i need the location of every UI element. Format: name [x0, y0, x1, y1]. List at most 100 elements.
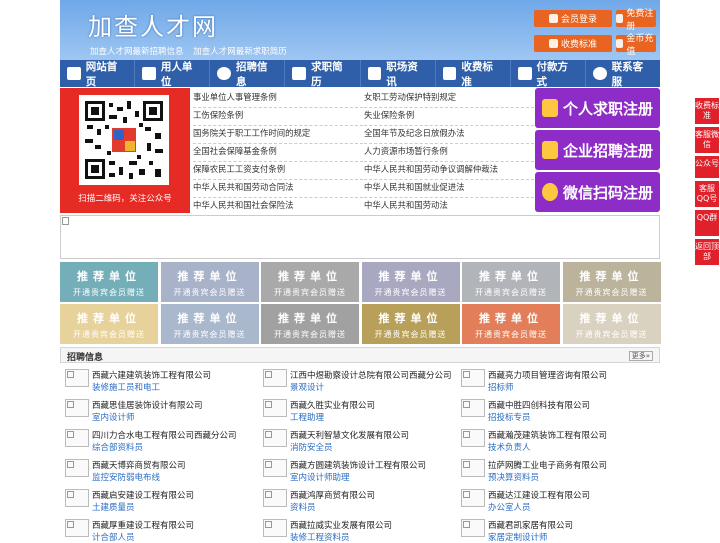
subtitle-jobs[interactable]: 加查人才网最新招聘信息	[90, 47, 184, 57]
site-logo[interactable]: 加查人才网	[88, 7, 218, 42]
login-button[interactable]: 会员登录	[534, 10, 612, 27]
job-position[interactable]: 工程助理	[290, 411, 324, 423]
company-logo[interactable]	[263, 489, 287, 507]
company-name[interactable]: 西藏拉威实业发展有限公司	[290, 519, 392, 531]
company-logo[interactable]	[65, 429, 89, 447]
recommended-company-tile[interactable]: 推荐单位 开通贵宾会员赠送	[261, 262, 359, 302]
sidebar-qq-group[interactable]: QQ群	[695, 210, 719, 236]
company-name[interactable]: 西藏君凯家居有限公司	[488, 519, 573, 531]
company-name[interactable]: 西藏瀚茂建筑装饰工程有限公司	[488, 429, 607, 441]
company-logo[interactable]	[461, 429, 485, 447]
company-logo[interactable]	[263, 459, 287, 477]
job-position[interactable]: 招标师	[488, 381, 514, 393]
job-position[interactable]: 办公室人员	[488, 501, 531, 513]
policy-link[interactable]: 中华人民共和国劳动合同法	[193, 180, 363, 198]
job-position[interactable]: 招投标专员	[488, 411, 531, 423]
subtitle-resumes[interactable]: 加查人才网最新求职简历	[193, 47, 287, 57]
recommended-company-tile[interactable]: 推荐单位 开通贵宾会员赠送	[562, 304, 661, 344]
banner-image[interactable]	[60, 215, 660, 259]
policy-link[interactable]: 工伤保险条例	[193, 108, 363, 126]
register-button[interactable]: 免费注册	[616, 9, 656, 32]
job-position[interactable]: 家居定制设计师	[488, 531, 548, 543]
company-name[interactable]: 西藏方圆建筑装饰设计工程有限公司	[290, 459, 426, 471]
company-logo[interactable]	[65, 459, 89, 477]
nav-pricing[interactable]: 收费标准	[436, 60, 511, 88]
policy-link[interactable]: 中华人民共和国劳动法	[364, 198, 534, 216]
company-logo[interactable]	[263, 429, 287, 447]
nav-news[interactable]: 职场资讯	[361, 60, 436, 88]
policy-link[interactable]: 全国社会保障基金条例	[193, 144, 363, 162]
recommended-company-tile[interactable]: 推荐单位 开通贵宾会员赠送	[60, 304, 158, 344]
recommended-company-tile[interactable]: 推荐单位 开通贵宾会员赠送	[160, 304, 259, 344]
company-logo[interactable]	[461, 399, 485, 417]
company-logo[interactable]	[263, 399, 287, 417]
sidebar-qq[interactable]: 客服QQ号	[695, 181, 719, 207]
company-register-button[interactable]: 企业招聘注册	[535, 130, 660, 170]
job-position[interactable]: 综合部资料员	[92, 441, 143, 453]
policy-link[interactable]: 中华人民共和国劳动争议调解仲裁法	[364, 162, 534, 180]
company-name[interactable]: 西藏鸿厚商贸有限公司	[290, 489, 375, 501]
policy-link[interactable]: 人力资源市场暂行条例	[364, 144, 534, 162]
company-logo[interactable]	[461, 519, 485, 537]
pricing-button[interactable]: 收费标准	[534, 35, 612, 52]
recommended-company-tile[interactable]: 推荐单位 开通贵宾会员赠送	[261, 304, 359, 344]
company-logo[interactable]	[65, 489, 89, 507]
company-name[interactable]: 西藏六建建筑装饰工程有限公司	[92, 369, 211, 381]
more-link[interactable]: 更多»	[628, 351, 653, 361]
nav-employers[interactable]: 用人单位	[135, 60, 211, 88]
company-name[interactable]: 西藏天博弈商贸有限公司	[92, 459, 186, 471]
policy-link[interactable]: 女职工劳动保护特别规定	[364, 90, 534, 108]
company-logo[interactable]	[65, 369, 89, 387]
company-logo[interactable]	[65, 399, 89, 417]
sidebar-pricing[interactable]: 收费标准	[695, 98, 719, 124]
job-position[interactable]: 监控安防弱电布线	[92, 471, 160, 483]
company-name[interactable]: 拉萨网腾工业电子商务有限公司	[488, 459, 607, 471]
job-position[interactable]: 室内设计师	[92, 411, 135, 423]
job-position[interactable]: 装修施工员和电工	[92, 381, 160, 393]
nav-home[interactable]: 网站首页	[60, 60, 136, 88]
policy-link[interactable]: 中华人民共和国社会保险法	[193, 198, 363, 216]
nav-contact[interactable]: 联系客服	[586, 60, 660, 88]
job-position[interactable]: 资料员	[290, 501, 316, 513]
recommended-company-tile[interactable]: 推荐单位 开通贵宾会员赠送	[361, 262, 460, 302]
company-logo[interactable]	[263, 519, 287, 537]
job-position[interactable]: 土建质量员	[92, 501, 135, 513]
policy-link[interactable]: 事业单位人事管理条例	[193, 90, 363, 108]
wechat-register-button[interactable]: 微信扫码注册	[535, 172, 660, 212]
recharge-button[interactable]: 金币充值	[616, 34, 656, 57]
company-name[interactable]: 四川力合水电工程有限公司西藏分公司	[92, 429, 237, 441]
company-name[interactable]: 江西中煜勘察设计总院有限公司西藏分公司	[290, 369, 452, 381]
job-position[interactable]: 装修工程资料员	[290, 531, 350, 543]
recommended-company-tile[interactable]: 推荐单位 开通贵宾会员赠送	[462, 262, 560, 302]
policy-link[interactable]: 中华人民共和国就业促进法	[364, 180, 534, 198]
company-name[interactable]: 西藏启安建设工程有限公司	[92, 489, 194, 501]
job-position[interactable]: 景观设计	[290, 381, 324, 393]
nav-payment[interactable]: 付款方式	[511, 60, 586, 88]
job-position[interactable]: 室内设计师助理	[290, 471, 350, 483]
policy-link[interactable]: 国务院关于职工工作时间的规定	[193, 126, 363, 144]
company-logo[interactable]	[263, 369, 287, 387]
company-name[interactable]: 西藏思佳居装饰设计有限公司	[92, 399, 203, 411]
job-position[interactable]: 预决算资料员	[488, 471, 539, 483]
recommended-company-tile[interactable]: 推荐单位 开通贵宾会员赠送	[462, 304, 560, 344]
company-name[interactable]: 西藏达江建设工程有限公司	[488, 489, 590, 501]
company-logo[interactable]	[65, 519, 89, 537]
company-logo[interactable]	[461, 459, 485, 477]
company-name[interactable]: 西藏亮力项目管理咨询有限公司	[488, 369, 607, 381]
job-position[interactable]: 技术负责人	[488, 441, 531, 453]
recommended-company-tile[interactable]: 推荐单位 开通贵宾会员赠送	[361, 304, 460, 344]
job-position[interactable]: 消防安全员	[290, 441, 333, 453]
company-logo[interactable]	[461, 369, 485, 387]
policy-link[interactable]: 失业保险条例	[364, 108, 534, 126]
recommended-company-tile[interactable]: 推荐单位 开通贵宾会员赠送	[60, 262, 158, 302]
company-name[interactable]: 西藏天利智慧文化发展有限公司	[290, 429, 409, 441]
nav-resumes[interactable]: 求职简历	[285, 60, 361, 88]
company-logo[interactable]	[461, 489, 485, 507]
sidebar-wechat[interactable]: 客服微信	[695, 127, 719, 153]
sidebar-official[interactable]: 公众号	[695, 156, 719, 178]
company-name[interactable]: 西藏中胜四创科技有限公司	[488, 399, 590, 411]
person-register-button[interactable]: 个人求职注册	[535, 88, 660, 128]
company-name[interactable]: 西藏厚重建设工程有限公司	[92, 519, 194, 531]
policy-link[interactable]: 全国年节及纪念日放假办法	[364, 126, 534, 144]
company-name[interactable]: 西藏久胜实业有限公司	[290, 399, 375, 411]
